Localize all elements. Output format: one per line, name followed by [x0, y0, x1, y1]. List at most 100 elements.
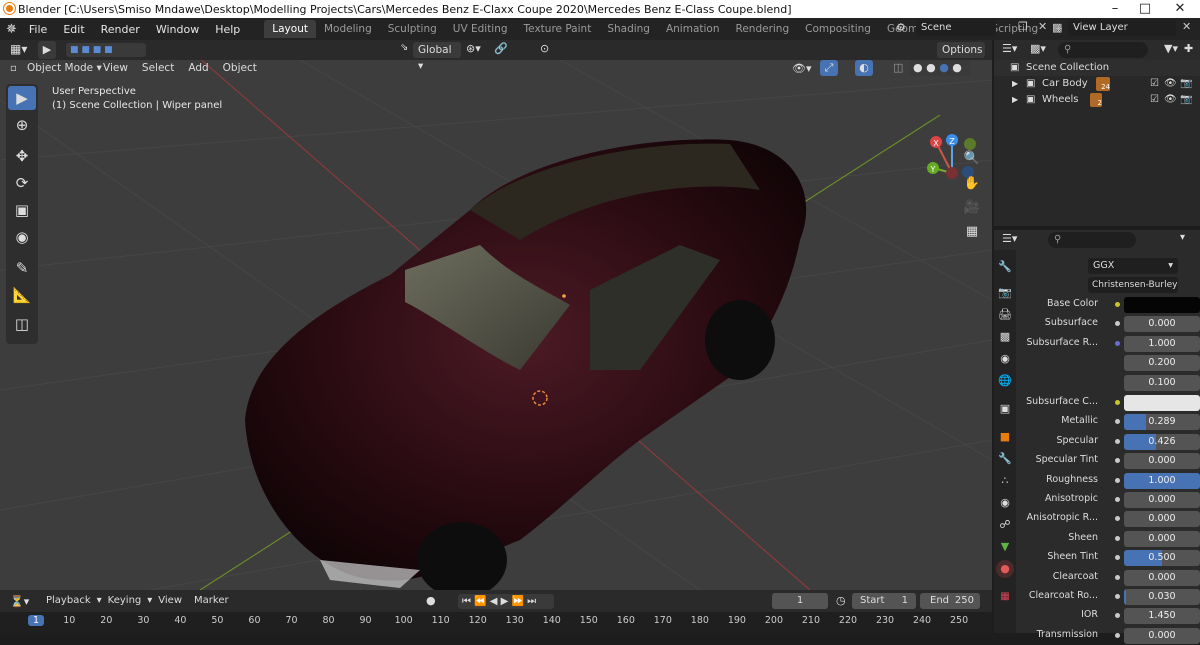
display-mode-icon[interactable]: ▩▾ — [1030, 42, 1046, 55]
socket-dot-icon[interactable] — [1115, 594, 1120, 599]
frame-ruler[interactable]: 1 10 20 30 40 50 60 70 80 90 100 110 120 130 140 150 160… — [0, 612, 992, 633]
property-slider[interactable]: 0.000 — [1124, 569, 1200, 586]
new-collection-icon[interactable]: ✚ — [1184, 42, 1193, 55]
property-slider[interactable]: 1.450 — [1124, 608, 1200, 625]
tab-compositing[interactable]: Compositing — [797, 20, 879, 38]
color-swatch[interactable] — [1124, 297, 1200, 313]
mode-dropdown[interactable]: Object Mode ▾ — [27, 62, 102, 74]
timeline-menu-view[interactable]: View — [152, 595, 188, 606]
property-slider[interactable]: 0.100 — [1124, 374, 1200, 391]
tool-tab-icon[interactable]: 🔧 — [996, 258, 1014, 276]
property-slider[interactable]: 1.000 — [1124, 472, 1200, 489]
perspective-toggle-icon[interactable]: ▦ — [960, 221, 984, 243]
render-tab-icon[interactable]: 📷 — [996, 284, 1014, 302]
current-frame-field[interactable]: 1 — [772, 593, 828, 609]
socket-dot-icon[interactable] — [1115, 535, 1120, 541]
timeline-menu-playback[interactable]: Playback — [40, 595, 97, 606]
tab-sculpting[interactable]: Sculpting — [380, 20, 445, 38]
socket-dot-icon[interactable] — [1115, 458, 1120, 464]
timeline-menu-marker[interactable]: Marker — [188, 595, 235, 606]
properties-editor-icon[interactable]: ☰▾ — [1002, 232, 1017, 245]
tab-rendering[interactable]: Rendering — [728, 20, 798, 38]
tab-animation[interactable]: Animation — [658, 20, 728, 38]
shading-mode-buttons[interactable]: ● ● ● ● — [910, 60, 970, 76]
select-tool-icon[interactable]: ▶ — [38, 41, 56, 59]
property-slider[interactable]: 0.000 — [1124, 316, 1200, 333]
editor-type-icon[interactable]: ▦▾ — [10, 42, 27, 56]
socket-dot-icon[interactable] — [1115, 516, 1120, 522]
start-frame-field[interactable]: Start 1 — [852, 593, 916, 609]
texture-tab-icon[interactable]: ▦ — [996, 588, 1014, 606]
socket-dot-icon[interactable] — [1115, 632, 1120, 638]
modifier-tab-icon[interactable]: 🔧 — [996, 450, 1014, 468]
socket-dot-icon[interactable] — [1115, 400, 1120, 405]
visibility-icon[interactable]: 👁▾ — [792, 62, 812, 75]
socket-dot-icon[interactable] — [1115, 555, 1120, 561]
copy-scene-icon[interactable]: ❐ — [1018, 20, 1028, 33]
property-slider[interactable]: 0.000 — [1124, 511, 1200, 528]
color-swatch[interactable] — [1124, 395, 1200, 411]
outliner-row-car-body[interactable]: ▶ ▣ Car Body 24 ☑ 👁 📷 — [994, 76, 1200, 92]
socket-dot-icon[interactable] — [1115, 613, 1120, 619]
property-slider[interactable]: 0.000 — [1124, 492, 1200, 508]
tab-layout[interactable]: Layout — [264, 20, 316, 38]
subsurface-method-dropdown[interactable]: Christensen-Burley — [1088, 277, 1178, 293]
checkbox-icon[interactable]: ☑ — [1150, 92, 1159, 108]
delete-view-layer-icon[interactable]: ✕ — [1182, 20, 1191, 33]
property-slider[interactable]: 0.000 — [1124, 530, 1200, 547]
tab-shading[interactable]: Shading — [599, 20, 658, 38]
gizmo-toggle-icon[interactable]: ⤢ — [820, 60, 838, 76]
property-slider[interactable]: 0.200 — [1124, 355, 1200, 372]
socket-dot-icon[interactable] — [1115, 574, 1120, 580]
cursor-tool-icon[interactable]: ⊕ — [8, 113, 36, 137]
data-tab-icon[interactable]: ▼ — [996, 538, 1014, 556]
property-slider[interactable]: 0.000 — [1124, 627, 1200, 644]
proportional-editing-icon[interactable]: ⊙ — [540, 42, 549, 55]
pivot-point-icon[interactable]: ⊛▾ — [466, 42, 481, 55]
outliner-row-scene-collection[interactable]: ▣ Scene Collection — [994, 60, 1200, 76]
outliner-search-input[interactable]: ⚲ — [1058, 42, 1148, 58]
checkbox-icon[interactable]: ☑ — [1150, 76, 1159, 92]
tab-texture-paint[interactable]: Texture Paint — [516, 20, 600, 38]
filter-icon[interactable]: ▼▾ — [1164, 42, 1178, 55]
select-box-tool-icon[interactable]: ▶ — [8, 86, 36, 110]
outliner-editor-icon[interactable]: ☰▾ — [1002, 42, 1017, 55]
tab-uv-editing[interactable]: UV Editing — [445, 20, 516, 38]
socket-dot-icon[interactable] — [1115, 340, 1120, 346]
playback-controls[interactable]: ⏮ ⏪ ◀ ▶ ⏩ ⏭ — [458, 594, 554, 609]
menu-edit[interactable]: Edit — [55, 23, 92, 36]
camera-view-icon[interactable]: 🎥 — [960, 197, 984, 219]
property-slider[interactable]: 1.000 — [1124, 335, 1200, 352]
socket-dot-icon[interactable] — [1115, 321, 1120, 327]
distribution-dropdown[interactable]: GGX ▾ — [1088, 258, 1178, 274]
overlay-toggle-icon[interactable]: ◐ — [855, 60, 873, 76]
close-icon[interactable]: ✕ — [1165, 0, 1195, 18]
xray-icon[interactable]: ◫ — [893, 61, 903, 74]
viewport-menu-select[interactable]: Select — [135, 62, 181, 74]
material-tab-icon[interactable]: ● — [996, 560, 1014, 578]
annotate-tool-icon[interactable]: ✎ — [8, 256, 36, 280]
view-layer-tab-icon[interactable]: ▩ — [996, 328, 1014, 346]
delete-scene-icon[interactable]: ✕ — [1038, 20, 1047, 33]
scene-tab-icon[interactable]: ◉ — [996, 350, 1014, 368]
socket-dot-icon[interactable] — [1115, 419, 1120, 425]
scene-selector[interactable]: Scene — [916, 20, 996, 36]
zoom-icon[interactable]: 🔍 — [960, 148, 984, 170]
render-camera-icon[interactable]: 📷 — [1180, 76, 1192, 92]
collection-tab-icon[interactable]: ▣ — [996, 400, 1014, 418]
menu-help[interactable]: Help — [207, 23, 248, 36]
outliner-row-wheels[interactable]: ▶ ▣ Wheels 2 ☑ 👁 📷 — [994, 92, 1200, 108]
pan-hand-icon[interactable]: ✋ — [960, 173, 984, 195]
properties-options-icon[interactable]: ▾ — [1180, 232, 1185, 243]
property-slider[interactable]: 0.426 — [1124, 433, 1200, 450]
viewport-menu-object[interactable]: Object — [216, 62, 264, 74]
eye-icon[interactable]: 👁 — [1164, 76, 1177, 92]
property-slider[interactable]: 0.289 — [1124, 414, 1200, 431]
output-tab-icon[interactable]: 🖨 — [996, 306, 1014, 324]
world-tab-icon[interactable]: 🌐 — [996, 372, 1014, 390]
viewport-menu-add[interactable]: Add — [181, 62, 215, 74]
expand-arrow-icon[interactable]: ▶ — [1012, 92, 1018, 108]
physics-tab-icon[interactable]: ◉ — [996, 494, 1014, 512]
object-tab-icon[interactable]: ■ — [996, 428, 1014, 446]
selection-mode-buttons[interactable]: ■ ■ ■ ■ — [66, 43, 146, 57]
